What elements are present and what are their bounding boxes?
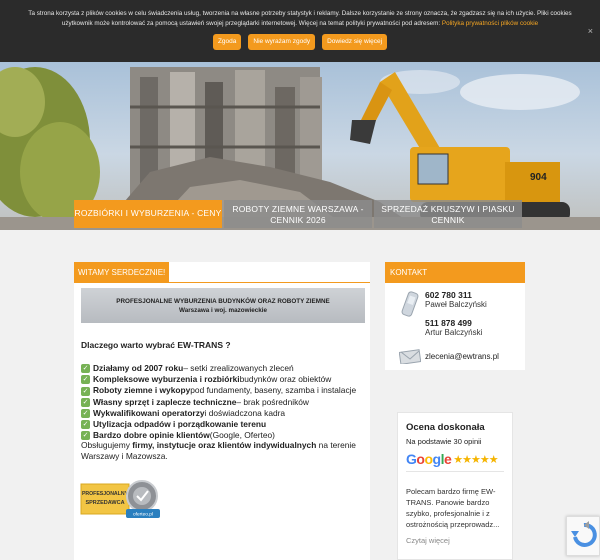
disagree-button[interactable]: Nie wyrażam zgody [248, 34, 316, 50]
intro-banner: PROFESJONALNE WYBURZENIA BUDYNKÓW ORAZ R… [81, 288, 365, 323]
contact-name-1: Paweł Balczyński [425, 300, 487, 309]
item-bold: Roboty ziemne i wykopy [93, 385, 191, 396]
item-rest: pod fundamenty, baseny, szamba i instala… [190, 385, 357, 396]
list-item: ✓ Wykwalifikowani operatorzy i doświadczo… [81, 408, 366, 419]
main-navigation: Rozbiórki i wyburzenia - ceny ROBOTY ZIE… [74, 200, 522, 228]
phone-number-1[interactable]: 602 780 311 [425, 290, 487, 300]
section-heading: WITAMY SERDECZNIE! [74, 262, 170, 282]
item-bold: Własny sprzęt i zaplecze techniczne [93, 396, 237, 407]
list-item: ✓ Utylizacja odpadów i porządkowanie tere… [81, 419, 366, 430]
badge-brand: oferteo.pl [133, 512, 153, 518]
checkmark-icon: ✓ [81, 408, 90, 418]
heading-divider [74, 282, 370, 283]
cookie-banner: Ta strona korzysta z plików cookies w ce… [0, 0, 600, 62]
read-more-link[interactable]: Czytaj więcej [406, 536, 504, 545]
item-rest: – brak pośredników [236, 396, 309, 407]
contact-panel: KONTAKT 602 780 311 Paweł Balczyński 511… [385, 262, 525, 370]
list-item: ✓ Kompleksowe wyburzenia i rozbiórki budy… [81, 374, 366, 385]
item-rest: i doświadczona kadra [204, 407, 286, 418]
list-item: ✓ Działamy od 2007 roku – setki zrealizow… [81, 363, 366, 374]
agree-button[interactable]: Zgoda [212, 34, 242, 50]
checkmark-icon: ✓ [81, 375, 90, 385]
google-review-widget: Ocena doskonała Na podstawie 30 opinii G… [397, 412, 513, 560]
nav-item-demolition[interactable]: Rozbiórki i wyburzenia - ceny [74, 200, 222, 228]
list-item: ✓ Własny sprzęt i zaplecze techniczne – b… [81, 397, 366, 408]
badge-line2: SPRZEDAWCA [85, 500, 124, 506]
item-bold: Działamy od 2007 roku [93, 363, 184, 373]
serve-a: Obsługujemy [81, 440, 133, 450]
nav-item-aggregates[interactable]: SPRZEDAŻ KRUSZYW I PIASKU CENNIK [374, 200, 522, 228]
badge-line1: PROFESJONALNY [82, 491, 129, 497]
checkmark-icon: ✓ [81, 397, 90, 407]
envelope-icon [399, 349, 421, 364]
banner-subtitle: Warszawa i woj. mazowieckie [179, 307, 267, 314]
why-heading: Dlaczego warto wybrać EW-TRANS ? [81, 340, 231, 350]
contact-name-2: Artur Balczyński [425, 328, 483, 337]
review-title: Ocena doskonała [406, 422, 485, 433]
oferteo-badge[interactable]: PROFESJONALNY SPRZEDAWCA oferteo.pl [80, 478, 164, 520]
list-item: ✓ Roboty ziemne i wykopy pod fundamenty, … [81, 385, 366, 396]
service-area-text: Obsługujemy firmy, instytucje oraz klien… [81, 440, 366, 462]
banner-title: PROFESJONALNE WYBURZENIA BUDYNKÓW ORAZ R… [116, 298, 330, 305]
review-divider [406, 471, 504, 472]
checkmark-icon: ✓ [81, 386, 90, 396]
serve-b: firmy, instytucje oraz klientów indywidu… [132, 440, 317, 450]
learn-more-button[interactable]: Dowiedz się więcej [322, 34, 388, 50]
privacy-policy-link[interactable]: Polityka prywatności plików cookie [442, 20, 538, 27]
item-bold: Utylizacja odpadów i porządkowanie teren… [93, 419, 267, 430]
recaptcha-badge[interactable] [566, 516, 600, 556]
item-bold: Wykwalifikowani operatorzy [93, 407, 205, 418]
checkmark-icon: ✓ [81, 431, 90, 441]
review-subtitle: Na podstawie 30 opinii [406, 437, 482, 446]
main-content: WITAMY SERDECZNIE! PROFESJONALNE WYBURZE… [74, 262, 370, 560]
nav-item-earthworks[interactable]: ROBOTY ZIEMNE WARSZAWA - CENNIK 2026 [224, 200, 372, 228]
benefits-list: ✓ Działamy od 2007 roku – setki zrealizow… [81, 363, 366, 441]
contact-email-row: zlecenia@ewtrans.pl [399, 348, 499, 364]
recaptcha-icon [571, 521, 597, 547]
svg-text:904: 904 [530, 172, 547, 183]
checkmark-icon: ✓ [81, 420, 90, 430]
checkmark-icon: ✓ [81, 364, 90, 374]
rating-stars-icon: ★★★★★ [453, 453, 498, 466]
review-text: Polecam bardzo firmę EW-TRANS. Panowie b… [406, 487, 500, 529]
contact-phones: 602 780 311 Paweł Balczyński 511 878 499… [399, 290, 487, 338]
item-rest: – setki zrealizowanych zleceń [183, 363, 294, 373]
item-rest: budynków oraz obiektów [239, 374, 332, 385]
phone-icon [401, 291, 419, 317]
google-logo: Google [406, 451, 452, 467]
close-icon[interactable]: × [588, 26, 593, 37]
phone-number-2[interactable]: 511 878 499 [425, 318, 487, 328]
contact-heading: KONTAKT [385, 262, 525, 283]
email-link[interactable]: zlecenia@ewtrans.pl [425, 352, 499, 361]
google-rating: Google ★★★★★ [406, 451, 504, 467]
item-bold: Kompleksowe wyburzenia i rozbiórki [93, 374, 240, 385]
professional-seller-badge-icon: PROFESJONALNY SPRZEDAWCA oferteo.pl [80, 480, 160, 518]
